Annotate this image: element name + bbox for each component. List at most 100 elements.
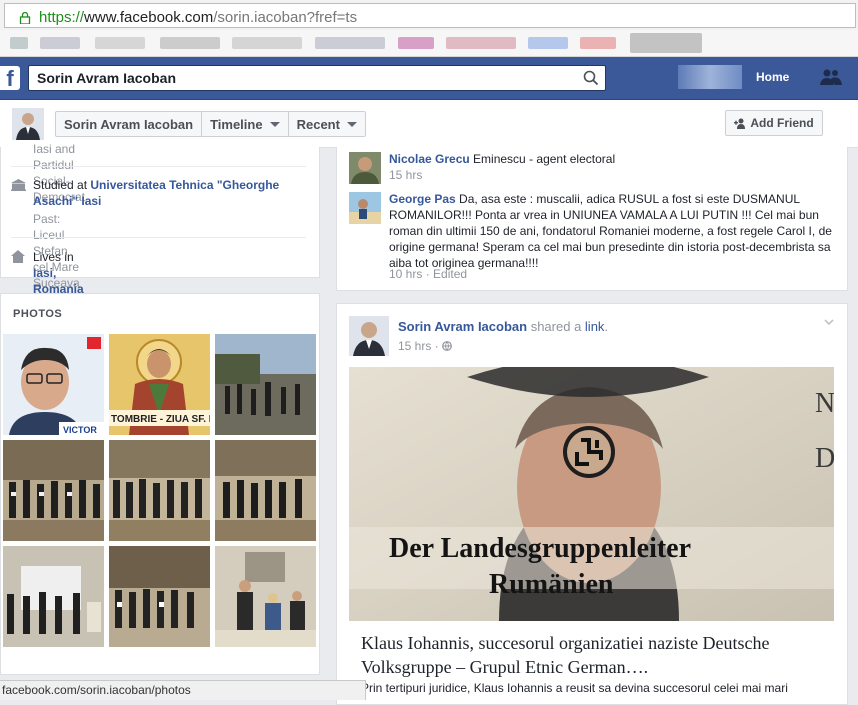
divider — [11, 166, 306, 167]
bookmark-item[interactable] — [40, 37, 80, 49]
comment-timestamp[interactable]: 10 hrs — [389, 267, 422, 281]
education-prefix: Studied at — [33, 178, 91, 192]
photo-thumbnail[interactable]: VICTOR — [3, 334, 104, 435]
post-image-graphic: Der Landesgruppenleiter Rumänien ND — [349, 367, 834, 621]
photo-thumbnail[interactable] — [109, 440, 210, 541]
tab-label: Timeline — [210, 116, 263, 132]
post-timestamp[interactable]: 15 hrs — [398, 339, 431, 353]
photo-caption: TOMBRIE - ZIUA SF. D — [111, 414, 210, 425]
photo-ceremony — [109, 546, 210, 647]
lock-icon — [19, 12, 31, 24]
link-description: Prin tertipuri juridice, Klaus Iohannis … — [361, 681, 788, 695]
bookmark-item[interactable] — [160, 37, 220, 49]
divider — [11, 237, 306, 238]
photo-group-event — [3, 440, 104, 541]
tab-profile-name[interactable]: Sorin Avram Iacoban — [56, 112, 203, 136]
bookmark-item[interactable] — [398, 37, 434, 49]
photo-politician: VICTOR — [3, 334, 104, 435]
search-input[interactable]: Sorin Avram Iacoban — [28, 65, 606, 91]
post-author-link[interactable]: Sorin Avram Iacoban — [398, 319, 527, 334]
svg-text:D: D — [815, 443, 834, 474]
photo-thumbnail[interactable] — [3, 546, 104, 647]
photos-card: PHOTOS VICTOR TOMBRIE - ZIUA SF. D — [0, 293, 320, 675]
tab-label: Recent — [296, 116, 340, 132]
tab-label: Sorin Avram Iacoban — [64, 116, 194, 132]
add-friend-label: Add Friend — [750, 116, 814, 130]
intro-card: Iasi and Partidul Social-Democrat Studie… — [0, 142, 320, 296]
link-title[interactable]: Klaus Iohannis, succesorul organizatiei … — [361, 631, 831, 679]
url-scheme: https:// — [39, 9, 85, 26]
location-city-link[interactable]: Iasi, Romania — [33, 266, 84, 296]
bookmark-item[interactable] — [446, 37, 516, 49]
url-path: /sorin.iacoban?fref=ts — [213, 9, 358, 26]
image-caption-line2: Rumänien — [489, 569, 614, 600]
post-link-image[interactable]: Der Landesgruppenleiter Rumänien ND — [349, 367, 834, 621]
comment-text: Eminescu - agent electoral — [473, 152, 616, 166]
bookmark-item[interactable] — [580, 37, 616, 49]
photo-thumbnail[interactable]: TOMBRIE - ZIUA SF. D — [109, 334, 210, 435]
svg-text:N: N — [815, 388, 834, 419]
comment-author-link[interactable]: George Pas — [389, 192, 456, 206]
chevron-down-icon[interactable] — [824, 317, 834, 327]
photo-thumbnail[interactable] — [215, 546, 316, 647]
photo-icon-saint: TOMBRIE - ZIUA SF. D — [109, 334, 210, 435]
photo-group-event — [215, 440, 316, 541]
post-action-link[interactable]: link — [585, 319, 605, 334]
search-input-value: Sorin Avram Iacoban — [37, 70, 177, 86]
photo-group-event — [109, 440, 210, 541]
avatar[interactable] — [349, 192, 381, 224]
bookmark-item[interactable] — [528, 37, 568, 49]
photos-heading[interactable]: PHOTOS — [13, 308, 62, 320]
chevron-down-icon — [346, 121, 357, 127]
avatar-image — [349, 316, 389, 356]
address-bar[interactable]: https://www.facebook.com/sorin.iacoban?f… — [4, 3, 856, 28]
avatar-image — [349, 152, 381, 184]
add-friend-icon — [734, 118, 746, 129]
school-icon — [11, 179, 26, 191]
search-icon[interactable] — [583, 70, 599, 86]
comment-edited[interactable]: Edited — [433, 267, 467, 281]
chevron-down-icon — [269, 121, 280, 127]
profile-nav: Sorin Avram Iacoban Timeline Recent — [55, 111, 366, 137]
post-meta: 15 hrs · — [398, 339, 452, 353]
browser-toolbar: https://www.facebook.com/sorin.iacoban?f… — [0, 0, 858, 31]
photo-ceremony — [3, 546, 104, 647]
comments-card: Nicolae Grecu Eminescu - agent electoral… — [336, 147, 848, 291]
profile-shortcut-blurred[interactable] — [678, 65, 742, 89]
photo-ceremony — [215, 546, 316, 647]
globe-icon[interactable] — [442, 341, 452, 351]
photo-thumbnail[interactable] — [215, 334, 316, 435]
comment-meta: 10 hrs · Edited — [389, 267, 468, 281]
home-link[interactable]: Home — [756, 70, 789, 84]
location-prefix: Lives in — [33, 250, 74, 264]
address-text: https://www.facebook.com/sorin.iacoban?f… — [39, 9, 357, 26]
comment-body: George Pas Da, asa este : muscalii, adic… — [389, 191, 834, 271]
avatar-image — [12, 108, 44, 140]
photo-thumbnail[interactable] — [3, 440, 104, 541]
comment-timestamp[interactable]: 15 hrs — [389, 168, 422, 182]
bookmark-item[interactable] — [630, 33, 702, 53]
photo-thumbnail[interactable] — [109, 546, 210, 647]
avatar[interactable] — [349, 152, 381, 184]
facebook-logo[interactable]: f — [0, 66, 20, 91]
facebook-top-bar: f Sorin Avram Iacoban Home — [0, 57, 858, 100]
bookmark-item[interactable] — [315, 37, 385, 49]
comment-text: Da, asa este : muscalii, adica RUSUL a f… — [389, 192, 832, 270]
image-caption-line1: Der Landesgruppenleiter — [389, 533, 691, 564]
add-friend-button[interactable]: Add Friend — [725, 110, 823, 136]
bookmark-item[interactable] — [10, 37, 28, 49]
comment-author-link[interactable]: Nicolae Grecu — [389, 152, 470, 166]
post-action: shared a — [530, 319, 582, 334]
education-text: Studied at Universitatea Tehnica "Gheorg… — [33, 177, 303, 209]
avatar[interactable] — [12, 108, 44, 140]
tab-recent[interactable]: Recent — [289, 112, 365, 136]
photo-outdoor-crowd — [215, 334, 316, 435]
friend-requests-icon[interactable] — [820, 68, 842, 86]
home-icon — [11, 250, 25, 263]
avatar-image — [349, 192, 381, 224]
tab-timeline[interactable]: Timeline — [202, 112, 289, 136]
avatar[interactable] — [349, 316, 389, 356]
bookmark-item[interactable] — [232, 37, 302, 49]
bookmark-item[interactable] — [95, 37, 145, 49]
photo-thumbnail[interactable] — [215, 440, 316, 541]
